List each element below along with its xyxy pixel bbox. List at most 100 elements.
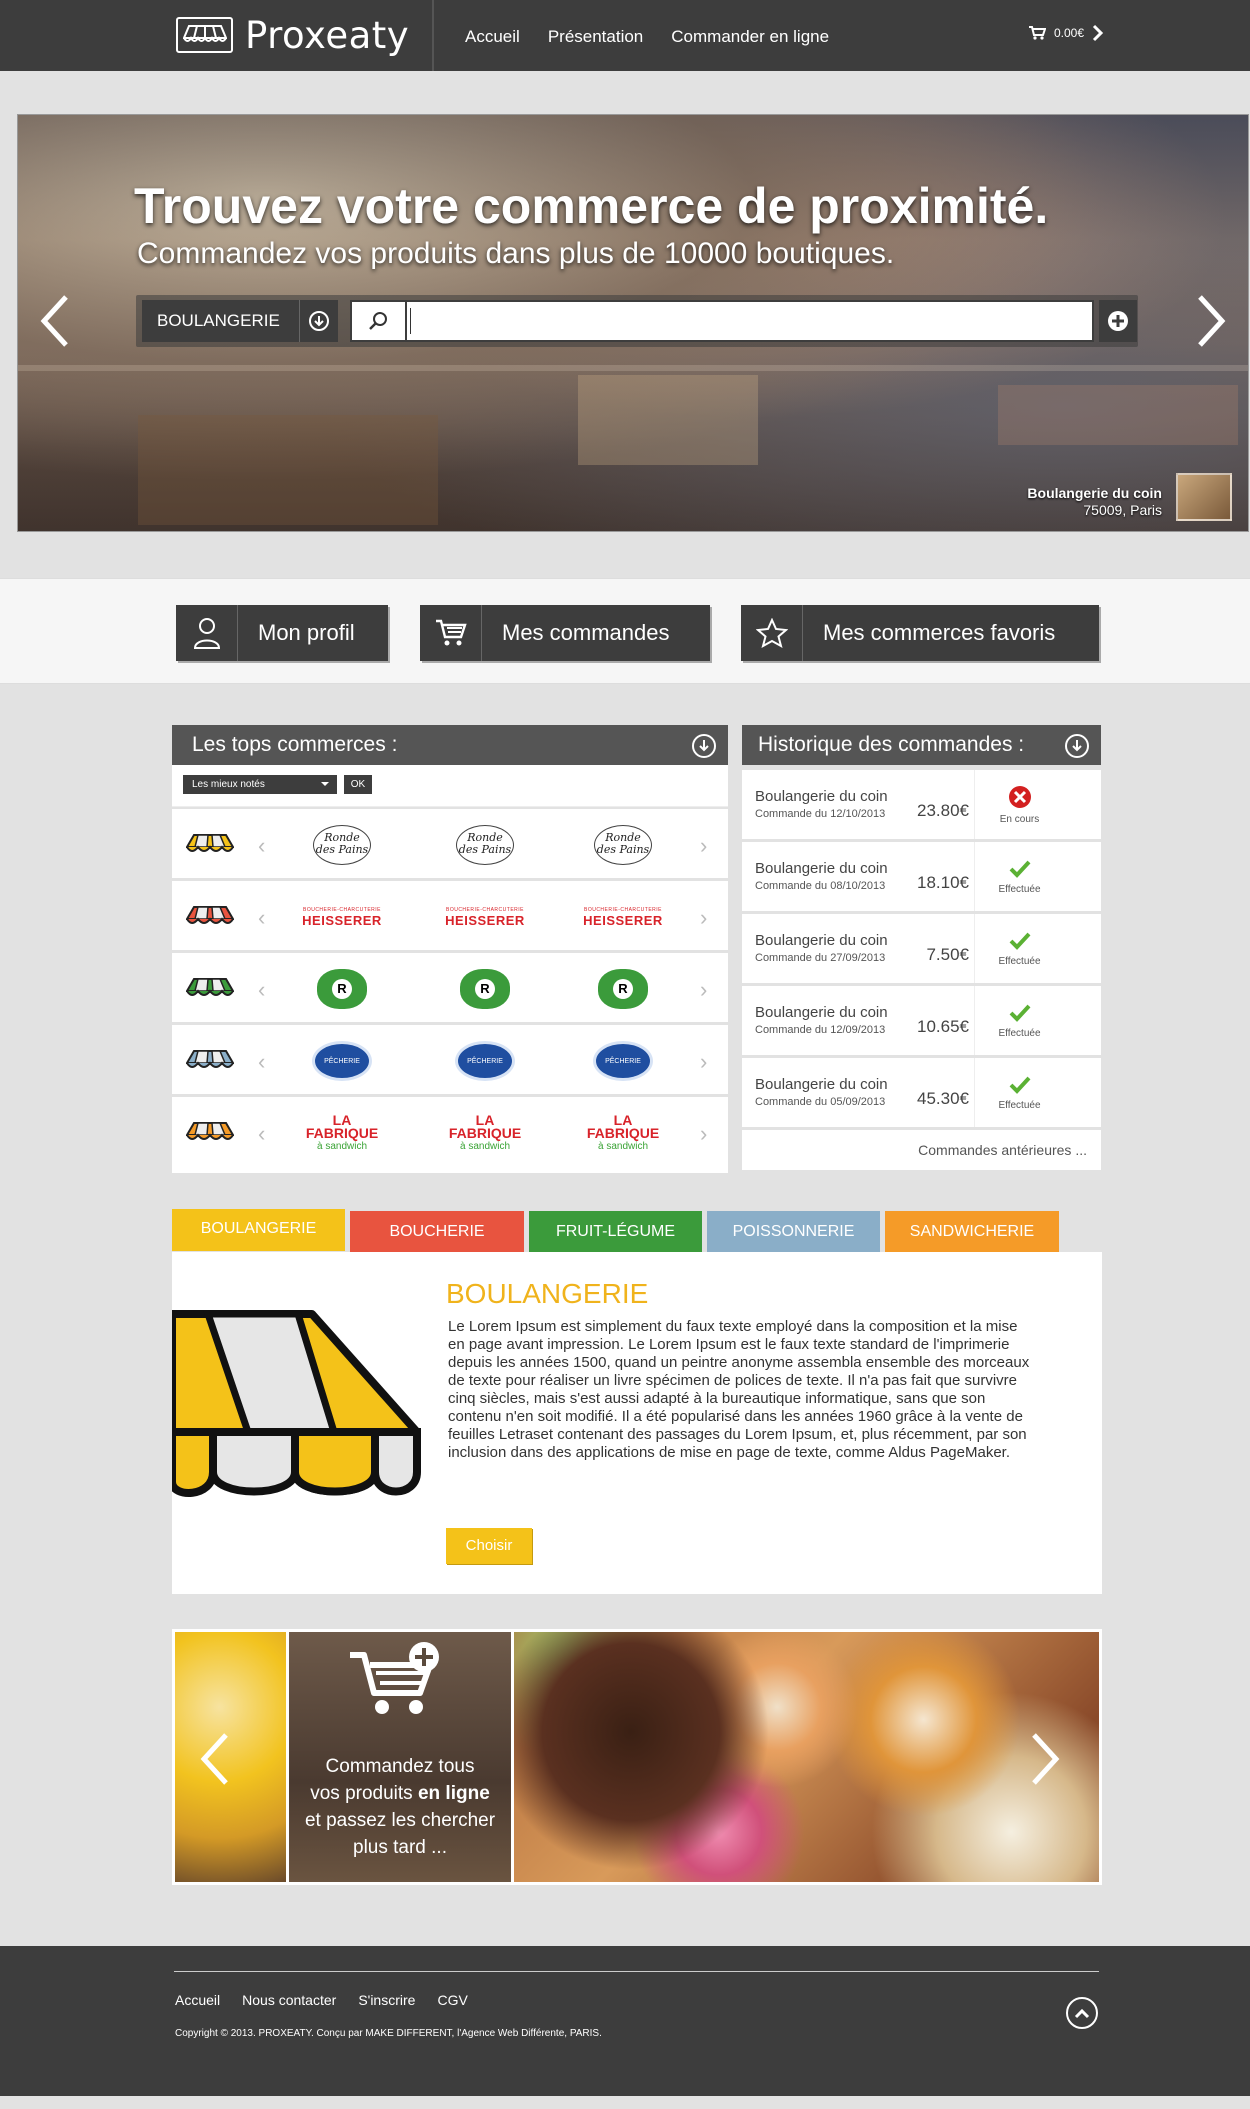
shop-logo[interactable]: R: [440, 965, 530, 1013]
search-input[interactable]: [350, 300, 1094, 342]
profile-button[interactable]: Mon profil: [176, 605, 388, 661]
row-next-arrow[interactable]: ›: [700, 1049, 707, 1075]
logo[interactable]: Proxeaty: [176, 14, 409, 57]
footer-link-cgv[interactable]: CGV: [437, 1992, 467, 2008]
la-fabrique-logo: LA FABRIQUE à sandwich: [305, 1111, 379, 1152]
shop-logo[interactable]: LA FABRIQUE à sandwich: [578, 1109, 668, 1157]
download-arrow-icon[interactable]: [1065, 734, 1089, 758]
shop-logo[interactable]: R: [297, 965, 387, 1013]
row-prev-arrow[interactable]: ‹: [258, 833, 265, 859]
shop-row-boucherie: ‹ BOUCHERIE-CHARCUTERIE HEISSERER BOUCHER…: [172, 881, 728, 953]
orders-button[interactable]: Mes commandes: [420, 605, 710, 661]
copyright: Copyright © 2013. PROXEATY. Conçu par MA…: [175, 2028, 602, 2039]
shop-logo[interactable]: Ronde des Pains: [440, 821, 530, 869]
awning-logo-icon: [176, 17, 233, 53]
chevron-right-icon: [1198, 295, 1226, 347]
row-prev-arrow[interactable]: ‹: [258, 905, 265, 931]
tab-boulangerie[interactable]: BOULANGERIE: [172, 1209, 345, 1251]
order-status: Effectuée: [974, 914, 1064, 983]
sort-select[interactable]: Les mieux notés: [183, 775, 337, 794]
shop-thumbnail[interactable]: [1176, 473, 1232, 521]
order-row[interactable]: Boulangerie du coin Commande du 27/09/20…: [742, 914, 1101, 986]
row-next-arrow[interactable]: ›: [700, 977, 707, 1003]
footer-link-inscrire[interactable]: S'inscrire: [358, 1992, 415, 2008]
top-bar: Proxeaty Accueil Présentation Commander …: [0, 0, 1250, 71]
hero-next-arrow[interactable]: [1190, 291, 1230, 351]
caption-location: 75009, Paris: [1083, 502, 1162, 518]
shop-logo[interactable]: R: [578, 965, 668, 1013]
cart-summary[interactable]: 0.00€: [1028, 24, 1104, 42]
tab-boucherie[interactable]: BOUCHERIE: [350, 1211, 524, 1252]
orders-label: Mes commandes: [502, 620, 670, 645]
choose-button[interactable]: Choisir: [446, 1528, 532, 1564]
row-prev-arrow[interactable]: ‹: [258, 1049, 265, 1075]
download-arrow-icon[interactable]: [692, 734, 716, 758]
order-status-label: Effectuée: [998, 883, 1041, 895]
shop-logo[interactable]: LA FABRIQUE à sandwich: [440, 1109, 530, 1157]
filter-ok-button[interactable]: OK: [344, 775, 372, 794]
hero-prev-arrow[interactable]: [36, 291, 76, 351]
shop-logo[interactable]: LA FABRIQUE à sandwich: [297, 1109, 387, 1157]
order-row[interactable]: Boulangerie du coin Commande du 12/10/20…: [742, 770, 1101, 842]
la-fabrique-logo: LA FABRIQUE à sandwich: [448, 1111, 522, 1152]
promo-next-arrow[interactable]: [1024, 1729, 1064, 1789]
tab-sandwicherie[interactable]: SANDWICHERIE: [885, 1211, 1059, 1252]
shop-logo[interactable]: Ronde des Pains: [578, 821, 668, 869]
nav-presentation[interactable]: Présentation: [548, 27, 643, 47]
nav-accueil[interactable]: Accueil: [465, 27, 520, 47]
back-to-top-button[interactable]: [1066, 1997, 1098, 2029]
awning-yellow-icon: [186, 834, 234, 852]
category-description: Le Lorem Ipsum est simplement du faux te…: [448, 1318, 1030, 1461]
older-orders-link[interactable]: Commandes antérieures ...: [742, 1130, 1101, 1170]
order-row[interactable]: Boulangerie du coin Commande du 12/09/20…: [742, 986, 1101, 1058]
order-row[interactable]: Boulangerie du coin Commande du 08/10/20…: [742, 842, 1101, 914]
shop-logo[interactable]: BOUCHERIE-CHARCUTERIE HEISSERER: [297, 893, 387, 941]
tab-fruit-legume[interactable]: FRUIT-LÉGUME: [529, 1211, 702, 1252]
order-amount: 45.30€: [917, 1089, 969, 1108]
promo-image-pastries: [514, 1632, 1099, 1882]
order-shop: Boulangerie du coin: [755, 860, 888, 877]
shop-logo[interactable]: PÊCHERIE: [297, 1037, 387, 1085]
row-next-arrow[interactable]: ›: [700, 905, 707, 931]
heisserer-logo: BOUCHERIE-CHARCUTERIE HEISSERER: [445, 906, 525, 928]
footer: Accueil Nous contacter S'inscrire CGV Co…: [0, 1946, 1250, 2096]
shop-logo[interactable]: PÊCHERIE: [440, 1037, 530, 1085]
shop-logo[interactable]: BOUCHERIE-CHARCUTERIE HEISSERER: [440, 893, 530, 941]
awning-blue-icon: [186, 1050, 234, 1068]
footer-link-accueil[interactable]: Accueil: [175, 1992, 220, 2008]
nav-commander[interactable]: Commander en ligne: [671, 27, 829, 47]
row-next-arrow[interactable]: ›: [700, 1121, 707, 1147]
order-date: Commande du 05/09/2013: [755, 1096, 886, 1108]
row-next-arrow[interactable]: ›: [700, 833, 707, 859]
check-icon: [1009, 1076, 1030, 1094]
order-date: Commande du 12/09/2013: [755, 1024, 886, 1036]
hero-banner: Trouvez votre commerce de proximité. Com…: [17, 114, 1249, 532]
order-date: Commande du 08/10/2013: [755, 880, 886, 892]
promo-text: Commandez tous vos produits en ligne et …: [304, 1756, 496, 1858]
header-divider: [432, 0, 434, 71]
add-button[interactable]: [1099, 300, 1137, 342]
row-prev-arrow[interactable]: ‹: [258, 1121, 265, 1147]
favorites-button[interactable]: Mes commerces favoris: [741, 605, 1099, 661]
order-shop: Boulangerie du coin: [755, 1076, 888, 1093]
order-row[interactable]: Boulangerie du coin Commande du 05/09/20…: [742, 1058, 1101, 1130]
top-shops-filter: Les mieux notés OK: [172, 765, 728, 807]
shop-logo[interactable]: BOUCHERIE-CHARCUTERIE HEISSERER: [578, 893, 668, 941]
footer-link-contact[interactable]: Nous contacter: [242, 1992, 336, 2008]
hero-title: Trouvez votre commerce de proximité.: [134, 178, 1049, 234]
search-bar: BOULANGERIE: [136, 295, 1138, 347]
promo-prev-arrow[interactable]: [196, 1729, 236, 1789]
tab-poissonnerie[interactable]: POISSONNERIE: [707, 1211, 880, 1252]
chevron-left-icon: [40, 295, 68, 347]
search-icon: [352, 302, 407, 340]
awning-red-icon: [186, 906, 234, 924]
plus-circle-icon: [1108, 311, 1128, 331]
shop-logo[interactable]: PÊCHERIE: [578, 1037, 668, 1085]
shop-logo[interactable]: Ronde des Pains: [297, 821, 387, 869]
cross-circle-icon: [1008, 785, 1031, 808]
history-header: Historique des commandes :: [742, 725, 1101, 765]
category-select[interactable]: BOULANGERIE: [142, 300, 338, 342]
row-prev-arrow[interactable]: ‹: [258, 977, 265, 1003]
order-amount: 23.80€: [917, 801, 969, 820]
order-status-label: En cours: [999, 813, 1040, 825]
